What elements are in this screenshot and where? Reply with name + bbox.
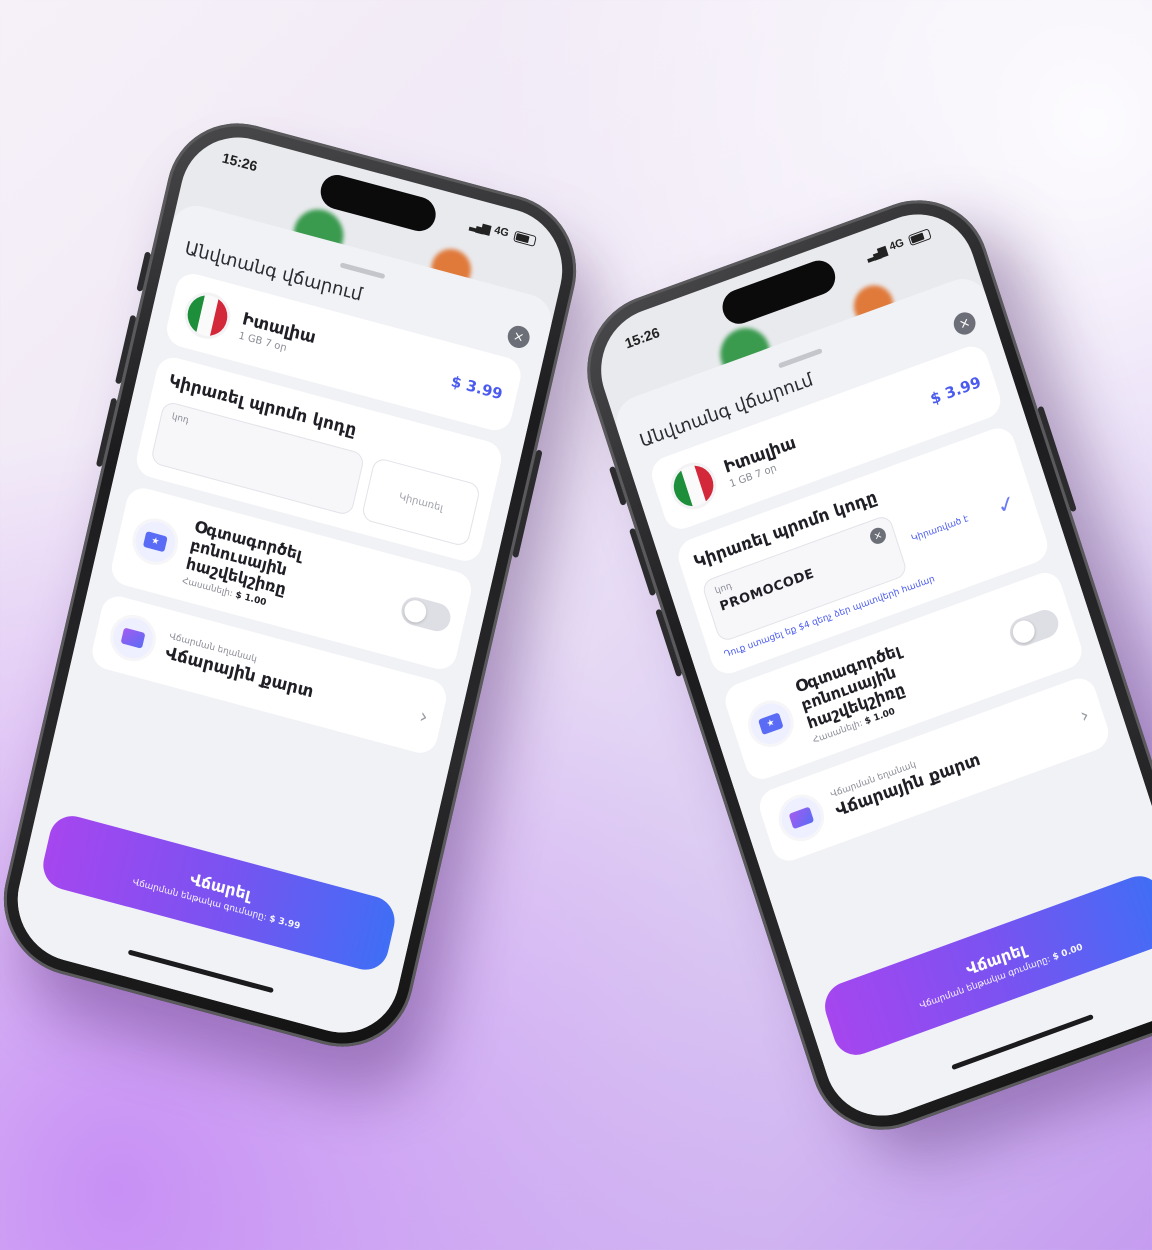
promo-applied-label: Կիրառված է <box>910 514 970 545</box>
home-indicator <box>127 949 274 994</box>
battery-icon <box>907 227 932 246</box>
status-time: 15:26 <box>220 149 259 175</box>
star-icon: ★ <box>142 531 168 553</box>
check-icon: ✓ <box>994 489 1020 521</box>
pay-button-amount: $ 3.99 <box>268 913 302 932</box>
chevron-right-icon: › <box>417 702 431 729</box>
bonus-toggle-knob <box>402 598 429 626</box>
card-icon <box>105 609 161 667</box>
network-type: 4G <box>887 236 906 254</box>
battery-icon <box>513 230 537 247</box>
bonus-toggle[interactable] <box>1006 606 1063 651</box>
bonus-toggle-knob <box>1010 617 1038 647</box>
status-indicators: ▂▄▆ 4G <box>469 217 537 247</box>
bonus-wallet-icon: ★ <box>742 694 800 754</box>
sheet-grabber[interactable] <box>339 262 386 280</box>
pay-button[interactable]: Վճարել Վճարման ենթակա գումարը: $ 3.99 <box>38 810 400 976</box>
italy-flag-icon <box>664 456 723 516</box>
plan-price: $ 3.99 <box>928 373 984 409</box>
network-type: 4G <box>493 224 510 240</box>
bonus-toggle[interactable] <box>398 594 454 635</box>
close-icon[interactable]: × <box>505 323 532 351</box>
bonus-wallet-icon: ★ <box>127 513 183 571</box>
pay-button-amount: $ 0.00 <box>1051 942 1085 963</box>
star-icon: ★ <box>758 712 784 736</box>
italy-flag-icon <box>180 287 235 344</box>
status-time: 15:26 <box>622 323 662 352</box>
apply-promo-button[interactable]: Կիրառել <box>360 456 482 548</box>
close-icon[interactable]: × <box>950 309 979 338</box>
card-icon-inner <box>788 806 815 829</box>
home-indicator <box>951 1014 1094 1071</box>
card-icon <box>772 787 831 848</box>
plan-info: Իտալիա 1 GB 7 օր <box>238 309 444 394</box>
plan-price: $ 3.99 <box>449 372 505 404</box>
card-icon-inner <box>120 627 146 649</box>
chevron-right-icon: › <box>1076 701 1092 728</box>
status-indicators: ▂▄▆ 4G <box>865 227 932 262</box>
signal-icon: ▂▄▆ <box>469 218 490 235</box>
signal-icon: ▂▄▆ <box>864 244 887 263</box>
promo-input-value <box>170 426 350 474</box>
pay-button[interactable]: Վճարել Վճարման ենթակա գումարը: $ 0.00 <box>818 869 1152 1062</box>
